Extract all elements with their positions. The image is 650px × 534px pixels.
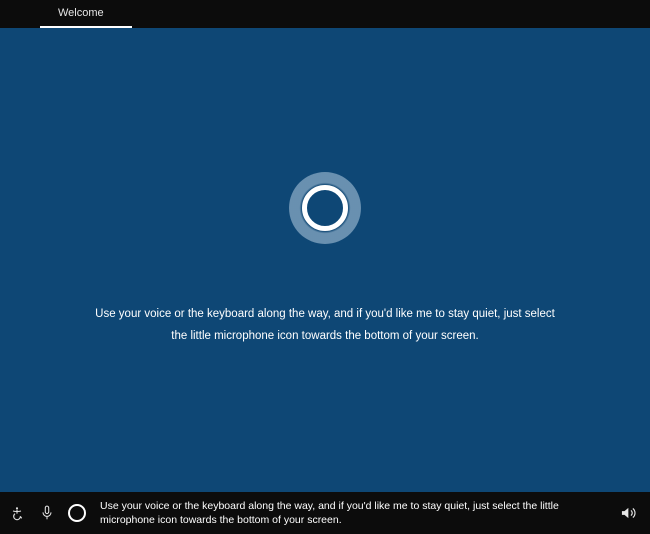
volume-icon[interactable] [618,502,640,524]
tab-label: Welcome [58,7,104,19]
accessibility-icon[interactable] [6,502,28,524]
main-pane: Use your voice or the keyboard along the… [0,28,650,492]
bottom-bar: Use your voice or the keyboard along the… [0,492,650,534]
tab-welcome[interactable]: Welcome [40,0,132,28]
tab-strip: Welcome [0,0,650,28]
cortana-ring-icon [289,172,361,244]
microphone-icon[interactable] [36,502,58,524]
cortana-icon[interactable] [66,502,88,524]
oobe-window: Welcome Use your voice or the keyboard a… [0,0,650,534]
instruction-text: Use your voice or the keyboard along the… [95,304,555,348]
caption-text: Use your voice or the keyboard along the… [96,499,610,527]
